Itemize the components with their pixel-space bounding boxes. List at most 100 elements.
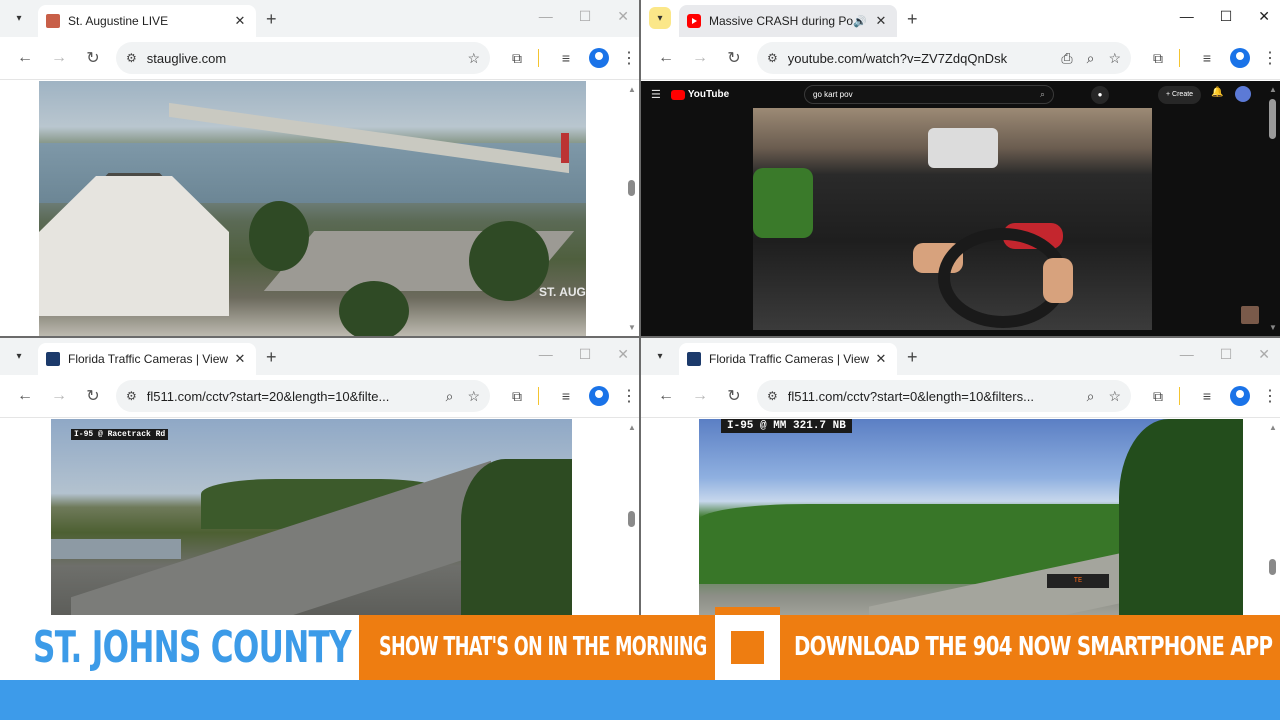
scrollbar[interactable]: ▲ ▼ <box>625 85 637 332</box>
star-icon[interactable]: ☆ <box>467 50 480 67</box>
scroll-up-icon[interactable]: ▲ <box>1269 423 1277 432</box>
menu-dots-icon[interactable]: ⋮ <box>1262 386 1278 406</box>
reload-icon[interactable]: ↻ <box>76 48 110 68</box>
close-icon[interactable]: ✕ <box>232 351 248 367</box>
minimize-icon[interactable]: — <box>539 8 553 25</box>
profile-icon[interactable] <box>1230 48 1250 68</box>
reload-icon[interactable]: ↻ <box>76 386 110 406</box>
forward-arrow-icon[interactable]: → <box>42 387 76 405</box>
chevron-down-icon[interactable]: ▾ <box>649 345 671 367</box>
tab-st-augustine[interactable]: St. Augustine LIVE ✕ <box>38 5 256 37</box>
forward-arrow-icon[interactable]: → <box>683 49 717 67</box>
youtube-logo[interactable]: YouTube <box>670 89 729 100</box>
menu-dots-icon[interactable]: ⋮ <box>621 48 637 68</box>
speaker-icon[interactable]: 🔊 <box>853 15 867 28</box>
minimize-icon[interactable]: — <box>1180 346 1194 363</box>
extensions-icon[interactable]: ⧉ <box>504 50 530 67</box>
address-bar[interactable]: ⚙ youtube.com/watch?v=ZV7ZdqQnDsk ⎙ ⌕ ☆ <box>757 42 1131 74</box>
channel-watermark-icon[interactable] <box>1241 306 1259 324</box>
maximize-icon[interactable]: ☐ <box>1220 346 1233 363</box>
reload-icon[interactable]: ↻ <box>717 48 751 68</box>
close-icon[interactable]: ✕ <box>232 13 248 29</box>
site-info-icon[interactable]: ⚙ <box>767 389 778 403</box>
site-info-icon[interactable]: ⚙ <box>767 51 778 65</box>
bell-icon[interactable]: 🔔 <box>1211 87 1223 98</box>
create-button[interactable]: + Create <box>1158 86 1202 104</box>
tab-youtube[interactable]: Massive CRASH during Poli 🔊 ✕ <box>679 5 897 37</box>
reload-icon[interactable]: ↻ <box>717 386 751 406</box>
close-icon[interactable]: ✕ <box>873 13 889 29</box>
media-icon[interactable]: ≡ <box>553 50 579 66</box>
video-player[interactable] <box>753 108 1152 330</box>
scrollbar[interactable]: ▲ <box>1266 423 1278 611</box>
menu-dots-icon[interactable]: ⋮ <box>621 386 637 406</box>
scroll-up-icon[interactable]: ▲ <box>628 85 636 94</box>
scroll-thumb[interactable] <box>1269 559 1276 575</box>
back-arrow-icon[interactable]: ← <box>649 49 683 67</box>
address-bar[interactable]: ⚙ fl511.com/cctv?start=20&length=10&filt… <box>116 380 490 412</box>
url-text[interactable]: fl511.com/cctv?start=0&length=10&filters… <box>788 389 1073 404</box>
hamburger-menu-icon[interactable]: ☰ <box>651 88 661 101</box>
back-arrow-icon[interactable]: ← <box>649 387 683 405</box>
avatar[interactable] <box>1235 86 1251 102</box>
scroll-thumb[interactable] <box>1269 99 1276 139</box>
media-icon[interactable]: ≡ <box>1194 50 1220 66</box>
url-text[interactable]: youtube.com/watch?v=ZV7ZdqQnDsk <box>788 51 1048 66</box>
close-icon[interactable]: ✕ <box>873 351 889 367</box>
profile-icon[interactable] <box>1230 386 1250 406</box>
minimize-icon[interactable]: — <box>1180 8 1194 25</box>
menu-dots-icon[interactable]: ⋮ <box>1262 48 1278 68</box>
chevron-down-icon[interactable]: ▾ <box>649 7 671 29</box>
forward-arrow-icon[interactable]: → <box>42 49 76 67</box>
back-arrow-icon[interactable]: ← <box>8 387 42 405</box>
profile-icon[interactable] <box>589 386 609 406</box>
scroll-thumb[interactable] <box>628 180 635 196</box>
scrollbar[interactable]: ▲ ▼ <box>1266 85 1278 332</box>
chevron-down-icon[interactable]: ▾ <box>8 345 30 367</box>
traffic-camera-image[interactable]: TE I-95 @ MM 321.7 NB <box>699 419 1243 615</box>
extensions-icon[interactable]: ⧉ <box>1145 50 1171 67</box>
extensions-icon[interactable]: ⧉ <box>504 388 530 405</box>
minimize-icon[interactable]: — <box>539 346 553 363</box>
search-query[interactable]: go kart pov <box>813 90 1040 99</box>
search-icon[interactable]: ⌕ <box>1040 89 1045 100</box>
microphone-icon[interactable]: ● <box>1091 86 1109 104</box>
tab-florida-traffic[interactable]: Florida Traffic Cameras | View L ✕ <box>679 343 897 375</box>
plus-icon[interactable]: + <box>907 347 918 368</box>
plus-icon[interactable]: + <box>266 347 277 368</box>
scrollbar[interactable]: ▲ <box>625 423 637 611</box>
tab-florida-traffic[interactable]: Florida Traffic Cameras | View L ✕ <box>38 343 256 375</box>
address-bar[interactable]: ⚙ stauglive.com ☆ <box>116 42 490 74</box>
address-bar[interactable]: ⚙ fl511.com/cctv?start=0&length=10&filte… <box>757 380 1131 412</box>
star-icon[interactable]: ☆ <box>467 388 480 405</box>
media-icon[interactable]: ≡ <box>553 388 579 404</box>
maximize-icon[interactable]: ☐ <box>579 346 592 363</box>
site-info-icon[interactable]: ⚙ <box>126 389 137 403</box>
plus-icon[interactable]: + <box>907 9 918 30</box>
youtube-search-input[interactable]: go kart pov ⌕ <box>804 85 1054 104</box>
scroll-down-icon[interactable]: ▼ <box>628 323 636 332</box>
extensions-icon[interactable]: ⧉ <box>1145 388 1171 405</box>
close-icon[interactable]: ✕ <box>1258 8 1270 25</box>
url-text[interactable]: fl511.com/cctv?start=20&length=10&filte.… <box>147 389 432 404</box>
zoom-icon[interactable]: ⌕ <box>1087 388 1095 405</box>
plus-icon[interactable]: + <box>266 9 277 30</box>
forward-arrow-icon[interactable]: → <box>683 387 717 405</box>
back-arrow-icon[interactable]: ← <box>8 49 42 67</box>
zoom-icon[interactable]: ⌕ <box>446 388 454 405</box>
traffic-camera-image[interactable]: I-95 @ Racetrack Rd <box>51 419 572 615</box>
install-icon[interactable]: ⎙ <box>1061 50 1072 67</box>
close-icon[interactable]: ✕ <box>617 346 629 363</box>
scroll-up-icon[interactable]: ▲ <box>628 423 636 432</box>
profile-icon[interactable] <box>589 48 609 68</box>
media-icon[interactable]: ≡ <box>1194 388 1220 404</box>
close-icon[interactable]: ✕ <box>617 8 629 25</box>
maximize-icon[interactable]: ☐ <box>579 8 592 25</box>
maximize-icon[interactable]: ☐ <box>1220 8 1233 25</box>
close-icon[interactable]: ✕ <box>1258 346 1270 363</box>
star-icon[interactable]: ☆ <box>1108 50 1121 67</box>
zoom-icon[interactable]: ⌕ <box>1087 50 1095 67</box>
star-icon[interactable]: ☆ <box>1108 388 1121 405</box>
chevron-down-icon[interactable]: ▾ <box>8 7 30 29</box>
scroll-up-icon[interactable]: ▲ <box>1269 85 1277 94</box>
